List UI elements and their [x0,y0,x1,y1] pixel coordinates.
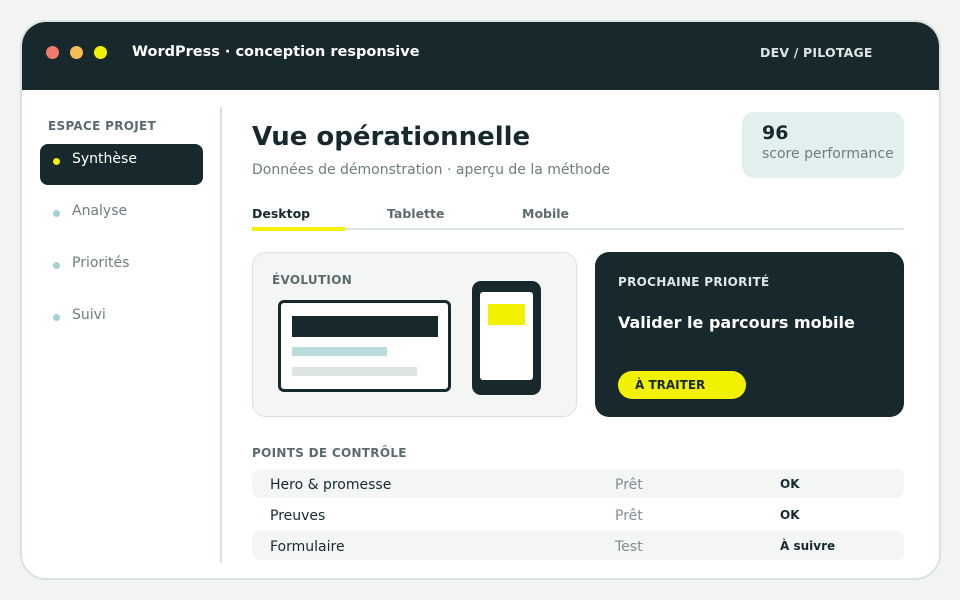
sidebar-item-suivi[interactable]: Suivi [40,300,203,341]
sidebar-item-label: Synthèse [72,151,137,167]
sidebar-item-label: Analyse [72,203,128,219]
table-row[interactable]: Preuves Prêt OK [252,500,904,529]
table-row[interactable]: Formulaire Test À suivre [252,531,904,560]
sidebar-item-analyse[interactable]: Analyse [40,196,203,237]
app-title: WordPress · conception responsive [132,44,420,60]
checkpoints-title: POINTS DE CONTRÔLE [252,446,407,460]
mock-text-line [292,367,417,376]
app-window: WordPress · conception responsive DEV / … [20,20,941,580]
sidebar-item-label: Priorités [72,255,130,271]
mobile-preview-icon [472,281,541,395]
tabs-divider [252,228,904,230]
bullet-icon [53,210,60,217]
sidebar-item-priorites[interactable]: Priorités [40,248,203,289]
sidebar-item-label: Suivi [72,307,106,323]
page-title: Vue opérationnelle [252,122,531,152]
checkpoint-status: Prêt [615,508,643,524]
evolution-card: ÉVOLUTION [252,252,577,417]
mock-text-line [292,347,387,356]
mock-accent-block [488,304,525,325]
evolution-kicker: ÉVOLUTION [272,273,353,287]
title-bar: WordPress · conception responsive DEV / … [22,22,939,90]
table-row[interactable]: Hero & promesse Prêt OK [252,469,904,498]
mock-header-bar [292,316,438,337]
sidebar-item-synthese[interactable]: Synthèse [40,144,203,185]
score-value: 96 [762,122,789,144]
bullet-icon [53,262,60,269]
checkpoint-result: À suivre [780,539,836,553]
environment-badge: DEV / PILOTAGE [760,45,873,60]
close-window-button[interactable] [46,46,59,59]
tab-tablette[interactable]: Tablette [387,206,445,221]
checkpoint-status: Test [615,539,643,555]
bullet-icon [53,158,60,165]
tab-desktop[interactable]: Desktop [252,206,310,221]
score-card: 96 score performance [742,112,904,178]
bullet-icon [53,314,60,321]
active-tab-indicator [252,227,345,231]
checkpoint-name: Preuves [270,508,326,524]
desktop-preview-icon [278,300,451,392]
checkpoint-result: OK [780,508,800,522]
priority-card: PROCHAINE PRIORITÉ Valider le parcours m… [595,252,904,417]
to-process-button[interactable]: À TRAITER [618,371,746,399]
tab-mobile[interactable]: Mobile [522,206,569,221]
checkpoint-result: OK [780,477,800,491]
page-subtitle: Données de démonstration · aperçu de la … [252,162,610,178]
mobile-preview-screen [480,292,533,380]
checkpoint-name: Formulaire [270,539,345,555]
sidebar-title: ESPACE PROJET [48,119,156,133]
checkpoint-status: Prêt [615,477,643,493]
minimize-window-button[interactable] [70,46,83,59]
maximize-window-button[interactable] [94,46,107,59]
score-label: score performance [762,146,894,162]
sidebar-divider [220,107,222,563]
checkpoint-name: Hero & promesse [270,477,392,493]
priority-title: Valider le parcours mobile [618,313,855,332]
priority-kicker: PROCHAINE PRIORITÉ [618,275,770,289]
